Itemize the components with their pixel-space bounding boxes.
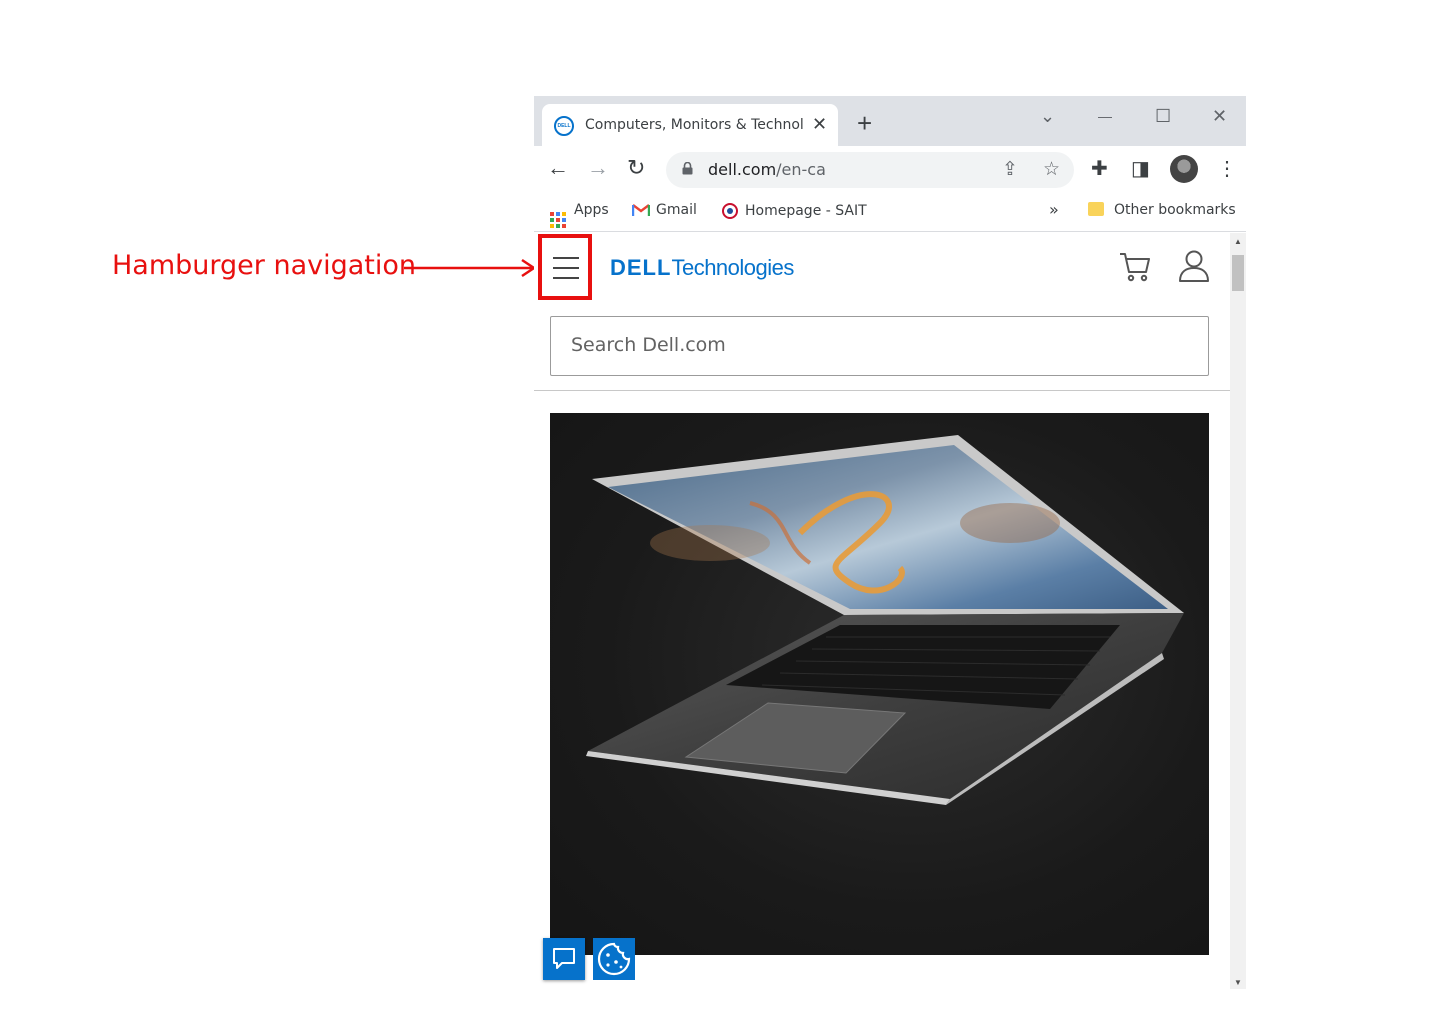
cart-icon[interactable] — [1118, 251, 1152, 283]
annotation-highlight-box — [538, 234, 592, 300]
forward-button[interactable]: → — [587, 156, 609, 180]
annotation-label: Hamburger navigation — [112, 250, 417, 281]
bookmark-gmail[interactable]: Gmail — [632, 202, 697, 218]
scrollbar-thumb[interactable] — [1232, 255, 1244, 291]
back-button[interactable]: ← — [547, 156, 569, 180]
address-bar[interactable]: dell.com/en-ca ⇪ ☆ — [666, 152, 1074, 188]
browser-toolbar: ← → ↻ dell.com/en-ca ⇪ ☆ ✚ ◨ ⋮ — [534, 146, 1246, 192]
bookmark-other[interactable]: Other bookmarks — [1088, 202, 1236, 218]
share-icon[interactable]: ⇪ — [1002, 158, 1018, 181]
logo-dell: DELL — [610, 255, 672, 280]
cookie-preferences-button[interactable] — [593, 938, 635, 980]
scroll-down-arrow-icon[interactable]: ▼ — [1234, 978, 1242, 987]
hero-laptop-image[interactable] — [550, 413, 1209, 955]
bookmark-gmail-label: Gmail — [656, 202, 697, 218]
tab-active[interactable]: DELL Computers, Monitors & Technolo ✕ — [542, 104, 838, 146]
title-bar: DELL Computers, Monitors & Technolo ✕ + … — [534, 96, 1246, 146]
bookmarks-overflow-button[interactable]: » — [1049, 200, 1059, 219]
extensions-puzzle-icon[interactable]: ✚ — [1091, 156, 1108, 181]
page-viewport: DELLTechnologies Search Dell.com ▲ ▼ — [534, 233, 1246, 989]
gmail-icon — [632, 204, 650, 216]
tab-title: Computers, Monitors & Technolo — [585, 117, 803, 133]
bookmark-apps-label: Apps — [574, 202, 609, 218]
chat-bubble-icon — [553, 948, 575, 969]
bookmark-apps[interactable]: Apps — [550, 202, 609, 228]
minimize-button[interactable]: — — [1098, 108, 1112, 124]
reload-button[interactable]: ↻ — [627, 156, 645, 180]
apps-grid-icon — [550, 212, 566, 228]
laptop-illustration — [586, 435, 1184, 805]
bookmark-homepage-label: Homepage - SAIT — [745, 203, 867, 219]
close-window-button[interactable]: ✕ — [1212, 106, 1227, 127]
maximize-button[interactable]: ☐ — [1155, 106, 1171, 127]
logo-technologies: Technologies — [671, 255, 794, 280]
url-host: dell.com — [708, 160, 777, 179]
chat-button[interactable] — [543, 938, 585, 980]
search-input[interactable]: Search Dell.com — [550, 316, 1209, 376]
search-placeholder: Search Dell.com — [571, 334, 726, 356]
site-header: DELLTechnologies Search Dell.com — [534, 233, 1230, 391]
url-text: dell.com/en-ca — [708, 160, 826, 179]
folder-icon — [1088, 202, 1104, 216]
user-account-icon[interactable] — [1178, 249, 1210, 283]
dell-technologies-logo[interactable]: DELLTechnologies — [610, 255, 794, 281]
bookmark-other-label: Other bookmarks — [1114, 202, 1236, 218]
browser-menu-icon[interactable]: ⋮ — [1217, 156, 1237, 181]
new-tab-button[interactable]: + — [857, 110, 872, 136]
profile-avatar[interactable] — [1170, 155, 1198, 183]
dell-favicon-icon: DELL — [554, 116, 574, 136]
bookmark-star-icon[interactable]: ☆ — [1043, 158, 1060, 181]
lock-icon — [682, 162, 693, 175]
annotation-arrow — [404, 258, 537, 278]
url-path: /en-ca — [776, 160, 826, 179]
tab-search-chevron-icon[interactable]: ⌄ — [1040, 106, 1055, 127]
scroll-up-arrow-icon[interactable]: ▲ — [1234, 237, 1242, 246]
side-panel-icon[interactable]: ◨ — [1131, 156, 1150, 181]
bookmarks-bar: Apps Gmail Homepage - SAIT » Other bookm… — [534, 192, 1246, 232]
bookmark-homepage-sait[interactable]: Homepage - SAIT — [721, 202, 867, 220]
cookie-icon — [597, 942, 631, 976]
sait-logo-icon — [722, 203, 738, 219]
page-scrollbar[interactable]: ▲ ▼ — [1230, 233, 1246, 989]
browser-window: DELL Computers, Monitors & Technolo ✕ + … — [534, 96, 1246, 989]
tab-close-icon[interactable]: ✕ — [812, 114, 827, 135]
